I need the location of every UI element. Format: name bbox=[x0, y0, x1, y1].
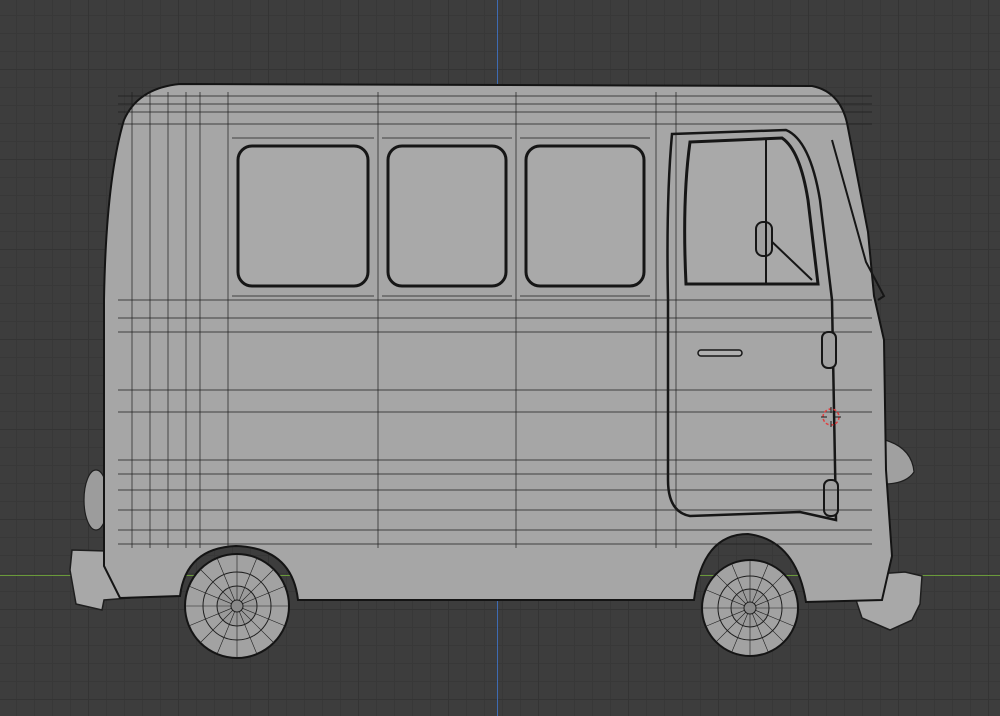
3d-cursor-icon[interactable] bbox=[821, 407, 841, 427]
side-window-1[interactable] bbox=[236, 144, 370, 288]
3d-viewport[interactable] bbox=[0, 0, 1000, 716]
door-handle[interactable] bbox=[697, 349, 743, 357]
marker-light-lower[interactable] bbox=[823, 479, 839, 517]
side-mirror[interactable] bbox=[755, 221, 773, 257]
door-window[interactable] bbox=[683, 136, 820, 286]
van-wireframe-model[interactable] bbox=[0, 0, 1000, 716]
headlight[interactable] bbox=[883, 439, 915, 485]
marker-light-upper[interactable] bbox=[821, 331, 837, 369]
side-window-3[interactable] bbox=[524, 144, 646, 288]
side-window-2[interactable] bbox=[386, 144, 508, 288]
